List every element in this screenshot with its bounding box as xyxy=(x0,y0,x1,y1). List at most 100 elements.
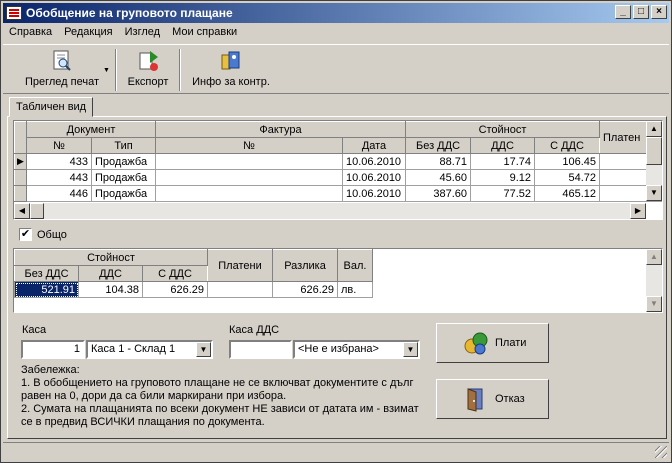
col-paid[interactable]: Платени xyxy=(207,249,273,282)
col-with-vat[interactable]: С ДДС xyxy=(142,265,208,282)
cash-vat-code-input[interactable] xyxy=(229,340,292,359)
app-icon xyxy=(6,6,22,20)
cell-no-vat[interactable]: 387.60 xyxy=(405,185,471,202)
minimize-button[interactable]: _ xyxy=(615,5,631,19)
table-row[interactable]: 443 Продажба 10.06.2010 45.60 9.12 54.72 xyxy=(14,169,662,186)
total-checkbox[interactable]: ✔ Общо xyxy=(19,228,67,241)
col-no-vat[interactable]: Без ДДС xyxy=(14,265,79,282)
cell-doc-number[interactable]: 446 xyxy=(26,185,92,202)
col-date[interactable]: Дата xyxy=(342,137,406,154)
scroll-up-icon[interactable]: ▲ xyxy=(646,121,662,137)
documents-horizontal-scrollbar[interactable]: ◀ ▶ xyxy=(14,203,646,219)
pay-label: Плати xyxy=(495,337,527,349)
documents-vertical-scrollbar[interactable]: ▲ ▼ xyxy=(646,121,662,201)
cancel-button[interactable]: Отказ xyxy=(436,379,549,419)
cell-date[interactable]: 10.06.2010 xyxy=(342,153,406,170)
cell-doc-type[interactable]: Продажба xyxy=(91,153,156,170)
cell-doc-number[interactable]: 443 xyxy=(26,169,92,186)
cell-with-vat[interactable]: 54.72 xyxy=(534,169,600,186)
col-currency[interactable]: Вал. xyxy=(337,249,373,282)
window-title: Обобщение на груповото плащане xyxy=(26,6,233,20)
cash-code-input[interactable]: 1 xyxy=(21,340,85,359)
scroll-down-icon[interactable]: ▼ xyxy=(646,296,662,312)
menu-redakcia[interactable]: Редакция xyxy=(58,24,118,42)
window: Обобщение на груповото плащане _ □ × Спр… xyxy=(0,0,672,463)
export-icon xyxy=(139,51,158,71)
totals-grid: Стойност Платени Разлика Вал. Без ДДС ДД… xyxy=(13,248,663,313)
row-indicator-header xyxy=(14,121,27,154)
close-button[interactable]: × xyxy=(651,5,667,19)
cell-no-vat[interactable]: 521.91 xyxy=(14,281,79,298)
cash-label: Каса xyxy=(22,324,47,336)
cell-difference[interactable]: 626.29 xyxy=(272,281,338,298)
cell-with-vat[interactable]: 465.12 xyxy=(534,185,600,202)
cell-vat[interactable]: 9.12 xyxy=(470,169,535,186)
cash-vat-select[interactable]: <Не е избрана> ▼ xyxy=(293,340,420,359)
col-doc-type[interactable]: Тип xyxy=(91,137,156,154)
scroll-left-icon[interactable]: ◀ xyxy=(14,203,30,219)
cash-select-value: Каса 1 - Склад 1 xyxy=(91,343,176,355)
col-doc-number[interactable]: № xyxy=(26,137,92,154)
export-button[interactable]: Експорт xyxy=(123,49,173,93)
scroll-up-icon[interactable]: ▲ xyxy=(646,249,662,265)
cell-vat[interactable]: 104.38 xyxy=(78,281,143,298)
maximize-button[interactable]: □ xyxy=(633,5,649,19)
col-vat[interactable]: ДДС xyxy=(470,137,535,154)
table-row[interactable]: 446 Продажба 10.06.2010 387.60 77.52 465… xyxy=(14,185,662,202)
cell-invoice-number[interactable] xyxy=(155,153,343,170)
cell-doc-number[interactable]: 433 xyxy=(26,153,92,170)
cell-invoice-number[interactable] xyxy=(155,185,343,202)
chevron-down-icon[interactable]: ▼ xyxy=(403,342,418,357)
chevron-down-icon[interactable]: ▼ xyxy=(196,342,211,357)
pay-button[interactable]: Плати xyxy=(436,323,549,363)
menu-spravka[interactable]: Справка xyxy=(3,24,58,42)
print-preview-button[interactable]: Преглед печат xyxy=(17,49,107,93)
cell-date[interactable]: 10.06.2010 xyxy=(342,169,406,186)
menu-moi-spravki[interactable]: Мои справки xyxy=(166,24,243,42)
col-group-value: Стойност xyxy=(14,249,208,266)
col-group-value: Стойност xyxy=(405,121,600,138)
cell-no-vat[interactable]: 88.71 xyxy=(405,153,471,170)
col-invoice-number[interactable]: № xyxy=(155,137,343,154)
col-group-invoice: Фактура xyxy=(155,121,406,138)
cell-vat[interactable]: 17.74 xyxy=(470,153,535,170)
scroll-down-icon[interactable]: ▼ xyxy=(646,185,662,201)
totals-vertical-scrollbar[interactable]: ▲ ▼ xyxy=(646,249,662,312)
cell-date[interactable]: 10.06.2010 xyxy=(342,185,406,202)
note: Забележка: 1. В обобщението на груповото… xyxy=(21,364,421,429)
note-line-1: 1. В обобщението на груповото плащане не… xyxy=(21,377,414,402)
scroll-thumb[interactable] xyxy=(646,137,662,165)
scroll-right-icon[interactable]: ▶ xyxy=(630,203,646,219)
col-vat[interactable]: ДДС xyxy=(78,265,143,282)
tab-table-view[interactable]: Табличен вид xyxy=(9,97,93,117)
cell-with-vat[interactable]: 626.29 xyxy=(142,281,208,298)
row-indicator xyxy=(14,169,27,186)
info-button[interactable]: Инфо за контр. xyxy=(189,49,273,93)
cash-vat-select-value: <Не е избрана> xyxy=(298,343,379,355)
table-row[interactable]: ▶ 433 Продажба 10.06.2010 88.71 17.74 10… xyxy=(14,153,662,170)
row-indicator xyxy=(14,185,27,202)
cell-doc-type[interactable]: Продажба xyxy=(91,169,156,186)
col-group-document: Документ xyxy=(26,121,156,138)
total-checkbox-box[interactable]: ✔ xyxy=(19,228,32,241)
cell-invoice-number[interactable] xyxy=(155,169,343,186)
menu-bar: Справка Редакция Изглед Мои справки xyxy=(3,24,243,42)
cell-vat[interactable]: 77.52 xyxy=(470,185,535,202)
cell-paid[interactable] xyxy=(207,281,273,298)
cell-no-vat[interactable]: 45.60 xyxy=(405,169,471,186)
table-row[interactable]: 521.91 104.38 626.29 626.29 лв. xyxy=(14,281,373,298)
col-with-vat[interactable]: С ДДС xyxy=(534,137,600,154)
cash-select[interactable]: Каса 1 - Склад 1 ▼ xyxy=(86,340,213,359)
menu-izgled[interactable]: Изглед xyxy=(119,24,166,42)
cell-with-vat[interactable]: 106.45 xyxy=(534,153,600,170)
col-no-vat[interactable]: Без ДДС xyxy=(405,137,471,154)
cell-currency[interactable]: лв. xyxy=(337,281,373,298)
print-preview-label: Преглед печат xyxy=(24,76,100,88)
cell-doc-type[interactable]: Продажба xyxy=(91,185,156,202)
cancel-label: Отказ xyxy=(495,393,525,405)
scroll-thumb[interactable] xyxy=(30,203,44,219)
dropdown-arrow-icon[interactable]: ▼ xyxy=(103,67,110,74)
col-difference[interactable]: Разлика xyxy=(272,249,338,282)
resize-grip-icon[interactable] xyxy=(655,446,667,458)
status-bar xyxy=(3,442,669,460)
